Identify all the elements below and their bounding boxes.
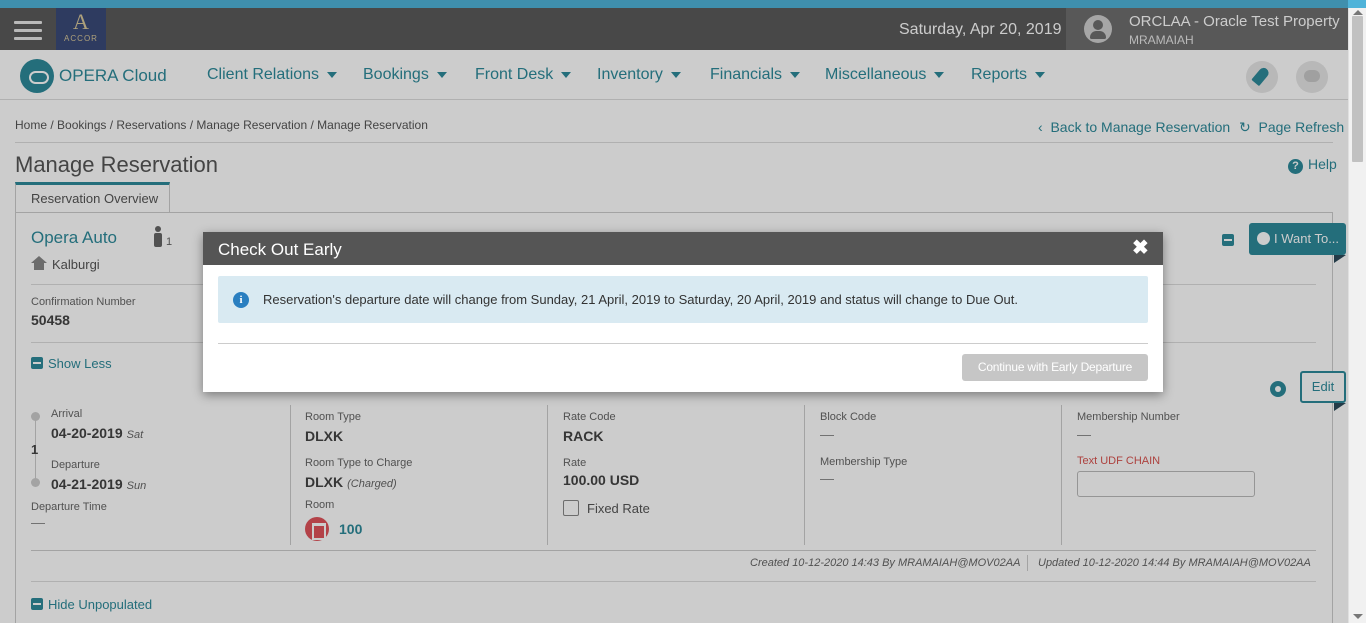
close-icon[interactable]: ✖ bbox=[1132, 238, 1149, 258]
scroll-down-icon[interactable] bbox=[1353, 614, 1363, 619]
check-out-early-dialog: Check Out Early ✖ i Reservation's depart… bbox=[203, 232, 1163, 392]
info-message: Reservation's departure date will change… bbox=[263, 292, 1019, 307]
continue-early-departure-button[interactable]: Continue with Early Departure bbox=[962, 354, 1148, 381]
scroll-up-icon[interactable] bbox=[1353, 10, 1363, 15]
dialog-title: Check Out Early bbox=[218, 240, 342, 259]
info-message-box: i Reservation's departure date will chan… bbox=[218, 276, 1148, 323]
vertical-scrollbar[interactable] bbox=[1348, 8, 1366, 623]
scroll-thumb[interactable] bbox=[1352, 16, 1363, 162]
divider bbox=[218, 343, 1148, 344]
info-icon: i bbox=[233, 292, 249, 308]
dialog-header: Check Out Early bbox=[203, 232, 1163, 265]
